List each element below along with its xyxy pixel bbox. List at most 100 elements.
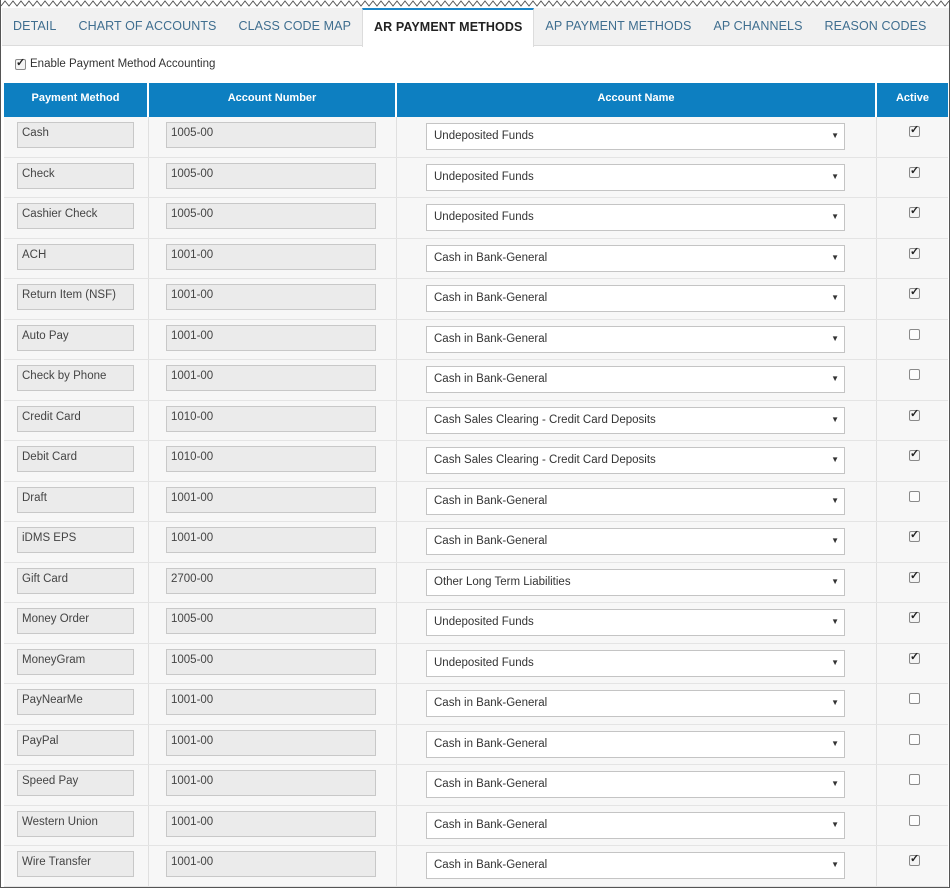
payment-methods-table: Payment Method Account Number Account Na… [4,83,948,887]
payment-method-cell: iDMS EPS [4,522,149,562]
payment-method-field: Check [17,162,134,189]
active-checkbox[interactable] [909,490,920,502]
tab-ap-payment-methods[interactable]: AP PAYMENT METHODS [534,8,702,46]
active-checkbox[interactable] [909,733,920,745]
account-name-select[interactable]: Cash in Bank-General ▼ [426,771,845,798]
account-name-value: Cash in Bank-General [434,332,548,345]
active-checkbox[interactable]: ✓ [909,529,920,542]
active-checkbox[interactable]: ✓ [909,246,920,259]
payment-method-field: MoneyGram [17,648,134,675]
tab-class-code-map[interactable]: CLASS CODE MAP [228,8,363,46]
tab-chart-of-accounts[interactable]: CHART OF ACCOUNTS [67,8,227,46]
account-number-field: 1001-00 [166,324,376,351]
account-name-cell: Cash in Bank-General ▼ [397,279,877,319]
active-cell: ✓ [877,563,948,603]
payment-method-cell: Cashier Check [4,198,149,238]
active-checkbox[interactable]: ✓ [909,448,920,461]
account-number-field: 1001-00 [166,770,376,796]
active-checkbox[interactable]: ✓ [909,651,920,664]
active-checkbox[interactable]: ✓ [909,853,920,866]
checkmark-icon: ✓ [910,164,920,177]
tab-ap-channels[interactable]: AP CHANNELS [702,8,813,46]
chevron-down-icon: ▼ [831,212,839,221]
account-number-field: 1005-00 [166,162,376,189]
column-header-account-name: Account Name [397,83,877,117]
account-name-select[interactable]: Cash in Bank-General ▼ [426,690,845,717]
account-number-field: 2700-00 [166,567,376,594]
account-name-select[interactable]: Undeposited Funds ▼ [426,204,845,231]
enable-accounting-checkbox[interactable]: ✓ [15,57,26,70]
active-cell: ✓ [877,401,948,441]
payment-method-field: Credit Card [17,405,134,432]
active-checkbox[interactable] [909,814,920,826]
column-header-account-number: Account Number [149,83,397,117]
account-name-select[interactable]: Undeposited Funds ▼ [426,123,845,150]
account-name-value: Undeposited Funds [434,211,534,223]
account-name-value: Undeposited Funds [434,130,534,142]
payment-method-field: Wire Transfer [17,851,134,877]
tab-ar-payment-methods[interactable]: AR PAYMENT METHODS [362,8,535,47]
active-checkbox[interactable]: ✓ [909,610,920,623]
account-name-select[interactable]: Cash in Bank-General ▼ [426,285,845,312]
active-cell [877,684,948,724]
active-checkbox[interactable] [909,693,920,704]
payment-method-cell: MoneyGram [4,643,149,683]
payment-method-cell: Return Item (NSF) [4,279,149,319]
account-name-select[interactable]: Cash Sales Clearing - Credit Card Deposi… [426,406,845,434]
chevron-down-icon: ▼ [831,252,839,262]
active-checkbox[interactable] [909,369,920,380]
account-name-cell: Cash in Bank-General ▼ [397,846,877,886]
active-checkbox[interactable]: ✓ [909,124,920,137]
active-checkbox[interactable]: ✓ [909,205,920,218]
table-row: Wire Transfer 1001-00 Cash in Bank-General… [4,846,948,887]
active-checkbox[interactable]: ✓ [909,286,920,299]
active-checkbox[interactable]: ✓ [909,408,920,421]
chevron-down-icon: ▼ [831,698,839,707]
payment-method-cell: Wire Transfer [4,846,149,886]
account-name-value: Cash in Bank-General [434,373,548,385]
payment-method-field: PayPal [17,729,134,756]
active-checkbox[interactable] [909,774,920,785]
account-name-select[interactable]: Cash in Bank-General ▼ [426,852,845,879]
table-row: Draft 1001-00 Cash in Bank-General ▼ [4,481,948,522]
account-number-field: 1001-00 [166,365,376,391]
account-number-cell: 1001-00 [149,319,397,359]
chevron-down-icon: ▼ [831,576,839,586]
account-name-select[interactable]: Cash in Bank-General ▼ [426,730,845,758]
account-number-field: 1005-00 [166,122,376,148]
account-name-select[interactable]: Cash in Bank-General ▼ [426,325,845,353]
payment-method-cell: Western Union [4,805,149,845]
active-checkbox[interactable]: ✓ [909,570,920,583]
account-number-cell: 1001-00 [149,481,397,521]
account-name-select[interactable]: Cash Sales Clearing - Credit Card Deposi… [426,447,845,474]
active-cell: ✓ [877,117,948,157]
table-row: iDMS EPS 1001-00 Cash in Bank-General ▼ ✓ [4,522,948,563]
account-name-select[interactable]: Undeposited Funds ▼ [426,609,845,636]
account-name-select[interactable]: Cash in Bank-General ▼ [426,528,845,555]
payment-method-field: Speed Pay [17,770,134,796]
account-name-select[interactable]: Cash in Bank-General ▼ [426,366,845,393]
active-checkbox[interactable] [909,328,920,340]
account-name-select[interactable]: Undeposited Funds ▼ [426,163,845,191]
tab-detail[interactable]: DETAIL [2,8,67,46]
account-name-select[interactable]: Cash in Bank-General ▼ [426,487,845,515]
account-name-cell: Undeposited Funds ▼ [397,603,877,643]
table-row: Return Item (NSF) 1001-00 Cash in Bank-Gen… [4,279,948,320]
tab-reason-codes[interactable]: REASON CODES [814,8,938,46]
active-checkbox[interactable]: ✓ [909,164,920,178]
account-name-cell: Undeposited Funds ▼ [397,157,877,197]
tab-notes[interactable]: NOTES [937,8,949,46]
payment-method-field: Draft [17,486,134,513]
account-name-select[interactable]: Cash in Bank-General ▼ [426,244,845,272]
table-row: Debit Card 1010-00 Cash Sales Clearing - C… [4,441,948,482]
chevron-down-icon: ▼ [831,860,839,869]
account-number-field: 1005-00 [166,203,376,229]
table-row: Cashier Check 1005-00 Undeposited Funds ▼ ✓ [4,198,948,239]
account-number-field: 1005-00 [166,648,376,675]
table-row: Money Order 1005-00 Undeposited Funds ▼ ✓ [4,603,948,644]
account-name-select[interactable]: Cash in Bank-General ▼ [426,811,845,839]
account-name-select[interactable]: Undeposited Funds ▼ [426,649,845,677]
column-header-payment-method: Payment Method [4,83,149,117]
account-number-cell: 1005-00 [149,198,397,238]
account-name-select[interactable]: Other Long Term Liabilities ▼ [426,568,845,596]
